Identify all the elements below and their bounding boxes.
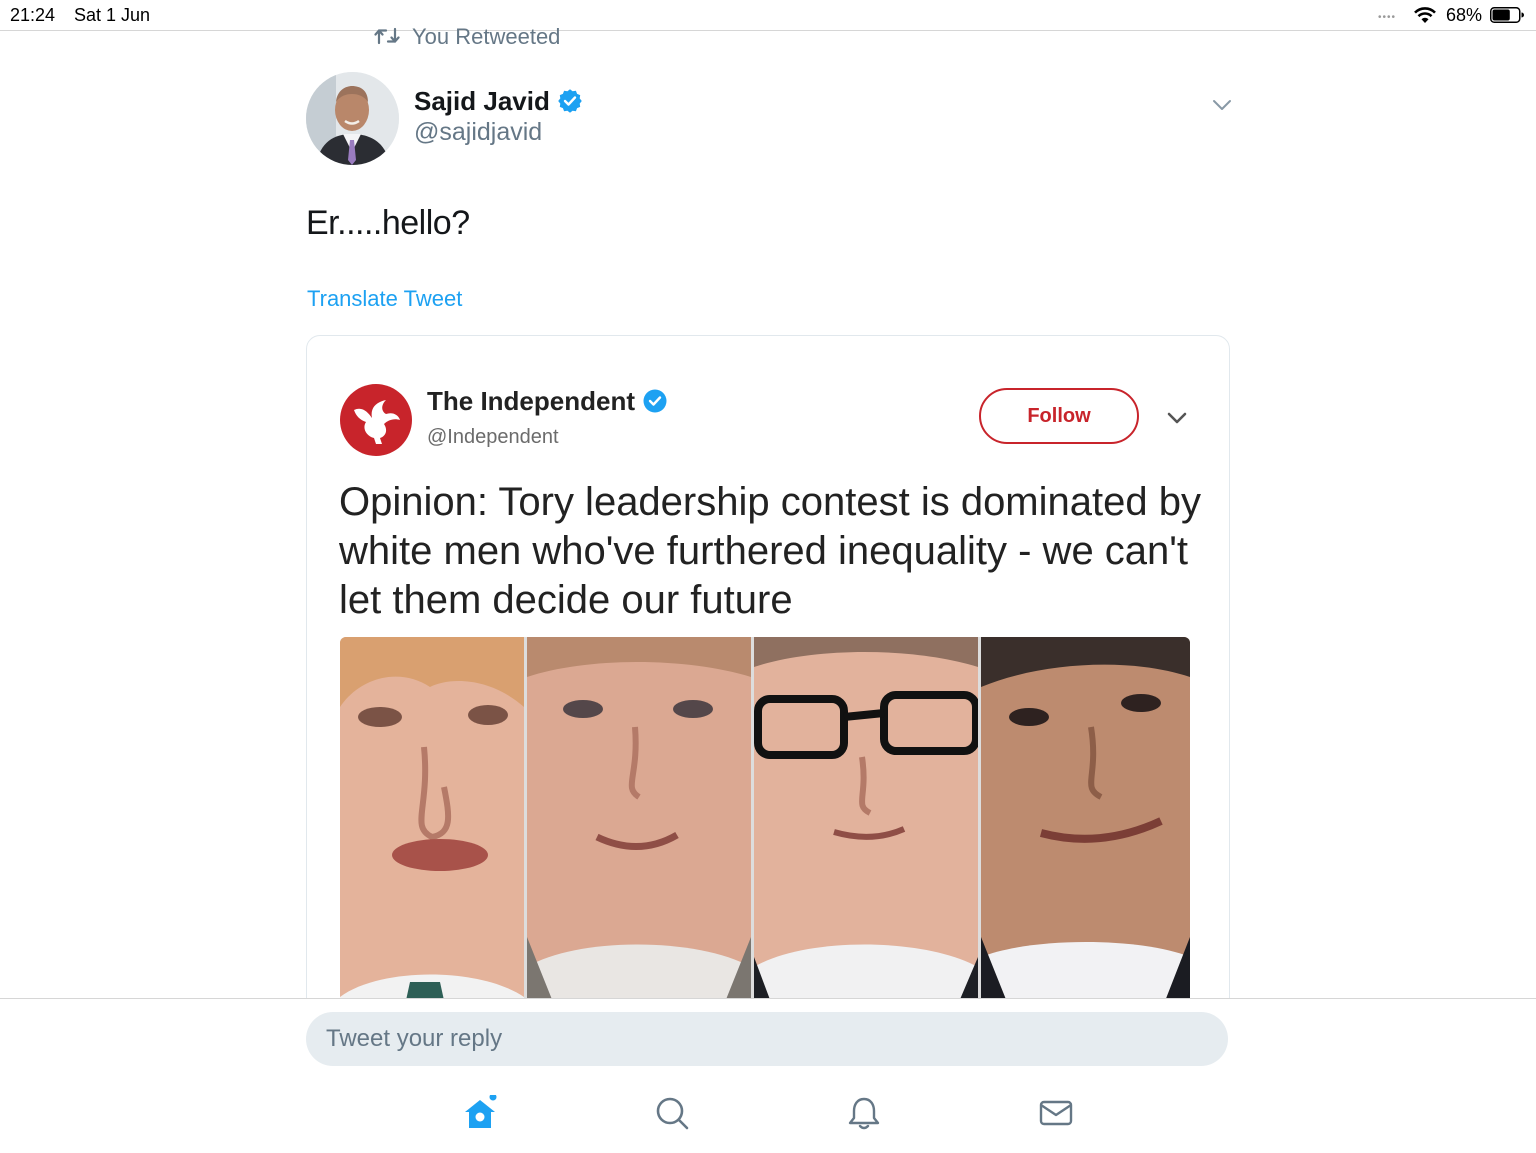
search-icon[interactable] (654, 1095, 690, 1131)
embedded-account-handle: @Independent (427, 426, 559, 448)
independent-logo (340, 384, 412, 456)
verified-badge-icon (558, 89, 582, 113)
chevron-down-icon (1167, 412, 1187, 424)
retweet-icon (374, 27, 400, 45)
tweet-text: Er.....hello? (306, 204, 470, 242)
bottom-bar: Tweet your reply (0, 998, 1536, 1153)
candidate-photo-4 (981, 637, 1190, 1036)
bell-icon[interactable] (846, 1095, 882, 1131)
battery-icon (1490, 7, 1524, 23)
retweet-label: You Retweeted (412, 24, 561, 49)
author-name[interactable]: Sajid Javid (414, 86, 582, 117)
reply-placeholder: Tweet your reply (326, 1025, 503, 1052)
verified-badge-icon (643, 389, 667, 413)
battery-percent: 68% (1446, 5, 1483, 25)
chevron-down-icon[interactable] (1209, 92, 1235, 118)
status-date: Sat 1 Jun (74, 5, 151, 25)
follow-button: Follow (979, 388, 1139, 444)
status-time: 21:24 (10, 5, 56, 25)
candidate-photo-1 (340, 637, 524, 1036)
avatar-photo (306, 72, 399, 165)
candidate-photo-2 (527, 637, 751, 1036)
translate-tweet-link[interactable]: Translate Tweet (307, 286, 462, 312)
author-handle[interactable]: @sajidjavid (414, 118, 542, 147)
wifi-icon (1414, 7, 1436, 23)
candidate-photo-3 (754, 637, 978, 1036)
home-icon[interactable] (462, 1095, 498, 1131)
embedded-account-name-text: The Independent (427, 386, 635, 416)
tweet-media-card[interactable]: The Independent @Independent Follow Opin… (306, 335, 1230, 1037)
author-avatar[interactable] (306, 72, 399, 165)
signal-icon: •••• (1378, 12, 1397, 23)
status-bar: 21:24 Sat 1 Jun •••• 68% (0, 0, 1536, 31)
reply-input[interactable]: Tweet your reply (306, 1012, 1228, 1066)
embedded-account-name: The Independent (427, 386, 667, 417)
mail-icon[interactable] (1038, 1095, 1074, 1131)
author-name-text: Sajid Javid (414, 86, 550, 116)
embedded-headline: Opinion: Tory leadership contest is domi… (339, 480, 1201, 622)
retweet-context: You Retweeted (374, 24, 560, 50)
candidate-photos (340, 637, 1190, 1036)
